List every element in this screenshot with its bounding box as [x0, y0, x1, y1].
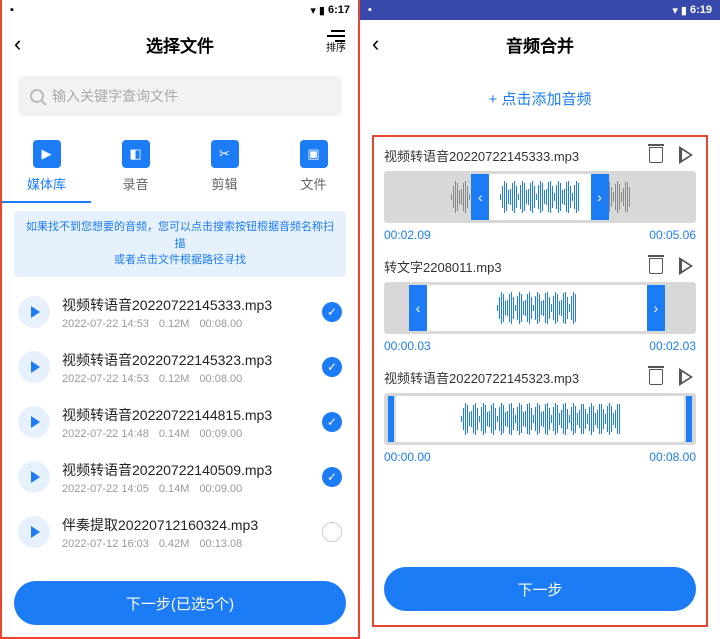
waveform[interactable]	[384, 393, 696, 445]
play-icon	[31, 471, 40, 483]
file-name: 视频转语音20220722145333.mp3	[62, 295, 310, 315]
file-meta: 2022-07-22 14:530.12M00:08.00	[62, 373, 310, 385]
waveform[interactable]: ‹ ›	[384, 282, 696, 334]
end-time: 00:08.00	[649, 450, 696, 464]
file-name: 伴奏提取20220712160324.mp3	[62, 515, 310, 535]
audio-clip: 视频转语音20220722145323.mp3 00:00.00 00:08.0…	[384, 367, 696, 464]
radio-icon: ◧	[122, 140, 150, 168]
play-icon	[31, 306, 40, 318]
file-row[interactable]: 视频转语音20220722144815.mp3 2022-07-22 14:48…	[2, 395, 358, 450]
hint-text: 如果找不到您想要的音频，您可以点击搜索按钮根据音频名称扫描 或者点击文件根据路径…	[14, 211, 346, 277]
trash-icon	[649, 147, 663, 163]
header: ‹ 音频合并	[360, 20, 720, 68]
tab-folder[interactable]: ▣文件	[269, 132, 358, 201]
trash-icon	[649, 258, 663, 274]
play-button[interactable]	[18, 461, 50, 493]
delete-button[interactable]	[646, 256, 666, 276]
play-icon	[679, 257, 693, 275]
trim-handle-right[interactable]	[686, 396, 692, 442]
start-time: 00:02.09	[384, 228, 431, 242]
file-meta: 2022-07-22 14:480.14M00:09.00	[62, 428, 310, 440]
next-button[interactable]: 下一步(已选5个)	[14, 581, 346, 625]
file-row[interactable]: 音频裁剪20220712135232.mp3 2022-07-12 13:520…	[2, 560, 358, 572]
tabs: ▶媒体库◧录音✂剪辑▣文件	[2, 124, 358, 201]
clip-name: 视频转语音20220722145333.mp3	[384, 146, 636, 165]
file-name: 视频转语音20220722144815.mp3	[62, 405, 310, 425]
search-icon	[30, 89, 44, 103]
clip-name: 转文字2208011.mp3	[384, 257, 636, 276]
file-meta: 2022-07-22 14:530.12M00:08.00	[62, 318, 310, 330]
tab-radio[interactable]: ◧录音	[91, 132, 180, 201]
file-list: 视频转语音20220722145333.mp3 2022-07-22 14:53…	[2, 285, 358, 572]
sort-icon	[327, 35, 345, 37]
play-button[interactable]	[18, 351, 50, 383]
play-button[interactable]	[18, 296, 50, 328]
end-time: 00:02.03	[649, 339, 696, 353]
folder-icon: ▣	[300, 140, 328, 168]
trash-icon	[649, 369, 663, 385]
file-row[interactable]: 视频转语音20220722145333.mp3 2022-07-22 14:53…	[2, 285, 358, 340]
delete-button[interactable]	[646, 367, 666, 387]
add-audio-button[interactable]: + 点击添加音频	[360, 68, 720, 129]
play-button[interactable]	[676, 256, 696, 276]
select-file-screen: ▪ ▾ ▮ 6:17 ‹ 选择文件 排序 输入关键字查询文件 ▶媒体库◧录音✂剪…	[0, 0, 360, 639]
status-bar: ▪ ▾ ▮ 6:17	[2, 0, 358, 20]
scissors-icon: ✂	[211, 140, 239, 168]
checkbox[interactable]: ✓	[322, 302, 342, 322]
delete-button[interactable]	[646, 145, 666, 165]
play-button[interactable]	[18, 516, 50, 548]
play-icon	[31, 526, 40, 538]
play-icon	[679, 146, 693, 164]
file-name: 音频裁剪20220712135232.mp3	[62, 570, 310, 572]
file-row[interactable]: 伴奏提取20220712160324.mp3 2022-07-12 16:030…	[2, 505, 358, 560]
trim-handle-right[interactable]: ›	[647, 285, 665, 331]
audio-clip: 视频转语音20220722145333.mp3 ‹ › 00:02.09 00:…	[384, 145, 696, 242]
tab-underline	[2, 201, 91, 203]
file-name: 视频转语音20220722145323.mp3	[62, 350, 310, 370]
file-name: 视频转语音20220722140509.mp3	[62, 460, 310, 480]
start-time: 00:00.03	[384, 339, 431, 353]
checkbox[interactable]	[322, 522, 342, 542]
play-button[interactable]	[676, 145, 696, 165]
trim-handle-left[interactable]: ‹	[471, 174, 489, 220]
status-bar: ▪ ▾ ▮ 6:19	[360, 0, 720, 20]
search-input[interactable]: 输入关键字查询文件	[18, 76, 342, 116]
trim-handle-left[interactable]	[388, 396, 394, 442]
waveform[interactable]: ‹ ›	[384, 171, 696, 223]
status-right: ▾ ▮ 6:17	[310, 4, 350, 17]
file-meta: 2022-07-12 16:030.42M00:13.08	[62, 538, 310, 550]
end-time: 00:05.06	[649, 228, 696, 242]
back-button[interactable]: ‹	[372, 31, 379, 57]
status-left: ▪	[368, 4, 372, 16]
start-time: 00:00.00	[384, 450, 431, 464]
header: ‹ 选择文件 排序	[2, 20, 358, 68]
play-button[interactable]	[18, 406, 50, 438]
file-row[interactable]: 视频转语音20220722145323.mp3 2022-07-22 14:53…	[2, 340, 358, 395]
page-title: 选择文件	[146, 32, 214, 57]
checkbox[interactable]: ✓	[322, 467, 342, 487]
merge-audio-screen: ▪ ▾ ▮ 6:19 ‹ 音频合并 + 点击添加音频 视频转语音20220722…	[360, 0, 720, 639]
audio-clip: 转文字2208011.mp3 ‹ › 00:00.03 00:02.03	[384, 256, 696, 353]
clips-container: 视频转语音20220722145333.mp3 ‹ › 00:02.09 00:…	[372, 135, 708, 627]
tab-play[interactable]: ▶媒体库	[2, 132, 91, 201]
sort-button[interactable]: 排序	[326, 35, 346, 54]
play-icon	[31, 416, 40, 428]
tab-scissors[interactable]: ✂剪辑	[180, 132, 269, 201]
play-icon: ▶	[33, 140, 61, 168]
status-right: ▾ ▮ 6:19	[672, 4, 712, 17]
status-left: ▪	[10, 4, 14, 16]
back-button[interactable]: ‹	[14, 31, 21, 57]
checkbox[interactable]: ✓	[322, 412, 342, 432]
trim-handle-left[interactable]: ‹	[409, 285, 427, 331]
play-button[interactable]	[676, 367, 696, 387]
file-row[interactable]: 视频转语音20220722140509.mp3 2022-07-22 14:05…	[2, 450, 358, 505]
clip-name: 视频转语音20220722145323.mp3	[384, 368, 636, 387]
play-icon	[679, 368, 693, 386]
next-button[interactable]: 下一步	[384, 567, 696, 611]
trim-handle-right[interactable]: ›	[591, 174, 609, 220]
play-icon	[31, 361, 40, 373]
checkbox[interactable]: ✓	[322, 357, 342, 377]
page-title: 音频合并	[506, 32, 574, 57]
file-meta: 2022-07-22 14:050.14M00:09.00	[62, 483, 310, 495]
